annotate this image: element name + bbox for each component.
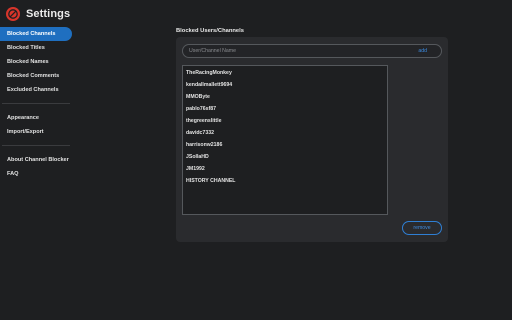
page-title: Settings [26, 8, 71, 20]
sidebar-item-blocked-comments[interactable]: Blocked Comments [0, 69, 72, 83]
list-item[interactable]: JSollaHD [183, 151, 387, 163]
blocked-channels-list[interactable]: TheRacingMonkey kendallmallett9694 MMOBy… [182, 65, 388, 215]
sidebar-item-blocked-channels[interactable]: Blocked Channels [0, 27, 72, 41]
sidebar-item-appearance[interactable]: Appearance [0, 111, 72, 125]
sidebar-item-excluded-channels[interactable]: Excluded Channels [0, 83, 72, 97]
sidebar-divider [2, 103, 70, 104]
sidebar-item-faq[interactable]: FAQ [0, 167, 72, 181]
sidebar-item-import-export[interactable]: Import/Export [0, 125, 72, 139]
list-item[interactable]: kendallmallett9694 [183, 79, 387, 91]
sidebar-divider [2, 145, 70, 146]
sidebar: Settings Blocked Channels Blocked Titles… [0, 0, 76, 320]
list-item[interactable]: thegreenslittle [183, 115, 387, 127]
sidebar-item-about[interactable]: About Channel Blocker [0, 153, 72, 167]
channel-blocker-logo-icon [6, 7, 20, 21]
section-title: Blocked Users/Channels [176, 28, 244, 34]
list-item[interactable]: TheRacingMonkey [183, 67, 387, 79]
list-item[interactable]: pablo76sf87 [183, 103, 387, 115]
remove-button[interactable]: remove [402, 221, 442, 235]
list-item[interactable]: harrisonw2186 [183, 139, 387, 151]
blocked-channels-panel: add TheRacingMonkey kendallmallett9694 M… [176, 37, 448, 242]
list-item[interactable]: MMOByte [183, 91, 387, 103]
nav-group-blocking: Blocked Channels Blocked Titles Blocked … [0, 27, 72, 97]
list-item[interactable]: JM1992 [183, 163, 387, 175]
nav-group-settings: Appearance Import/Export [0, 111, 72, 139]
brand: Settings [6, 6, 70, 22]
add-button[interactable]: add [418, 45, 427, 57]
list-item[interactable]: davidc7332 [183, 127, 387, 139]
sidebar-item-blocked-names[interactable]: Blocked Names [0, 55, 72, 69]
nav-group-info: About Channel Blocker FAQ [0, 153, 72, 181]
list-item[interactable]: HISTORY CHANNEL [183, 175, 387, 187]
sidebar-item-blocked-titles[interactable]: Blocked Titles [0, 41, 72, 55]
channel-name-input[interactable] [189, 45, 389, 57]
search-field: add [182, 44, 442, 58]
